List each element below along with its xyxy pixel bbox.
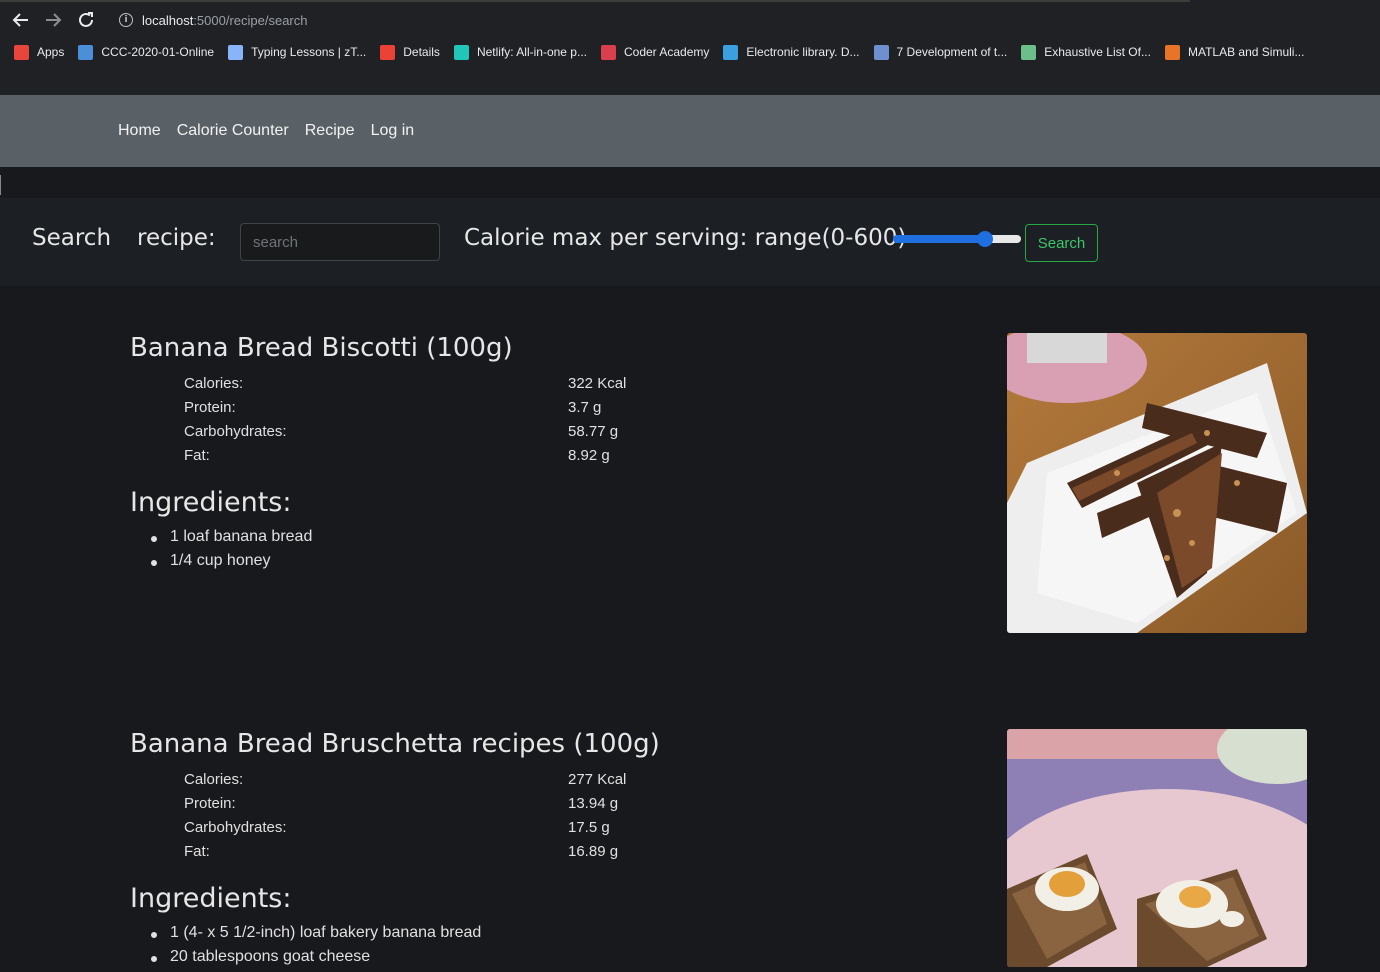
url-text: localhost:5000/recipe/search <box>142 12 308 28</box>
na-icon <box>873 44 889 60</box>
library-icon <box>723 44 739 60</box>
calorie-range-label: Calorie max per serving: range(0-600) <box>464 225 907 251</box>
address-row: i localhost:5000/recipe/search <box>0 4 1380 36</box>
reload-button[interactable] <box>74 8 98 32</box>
coder-academy-icon <box>600 44 616 60</box>
site-info-icon[interactable]: i <box>119 13 133 27</box>
bookmark-label: Exhaustive List Of... <box>1044 45 1151 59</box>
bookmark-item[interactable]: Typing Lessons | zT... <box>228 44 367 60</box>
matlab-icon <box>1164 44 1180 60</box>
bookmark-item[interactable]: 7 Development of t... <box>873 44 1008 60</box>
recipe-image-biscotti <box>1007 333 1307 633</box>
recipe-label: recipe: <box>137 225 216 251</box>
nutrient-name: Fat: <box>184 447 210 464</box>
nav-link-recipe[interactable]: Recipe <box>305 122 355 140</box>
ingredients-heading: Ingredients: <box>130 883 292 914</box>
bookmarks-bar: Apps CCC-2020-01-Online Typing Lessons | z… <box>0 40 1380 64</box>
nutrient-name: Fat: <box>184 843 210 860</box>
nutrition-row: Fat: 16.89 g <box>184 843 684 867</box>
ccc-icon <box>78 44 94 60</box>
bookmark-label: CCC-2020-01-Online <box>101 45 215 59</box>
nutrient-value: 8.92 g <box>568 447 610 464</box>
ingredient-item: 1 loaf banana bread <box>150 528 312 552</box>
bookmark-label: 7 Development of t... <box>896 45 1008 59</box>
nutrient-value: 16.89 g <box>568 843 619 860</box>
nav-link-home[interactable]: Home <box>118 122 161 140</box>
address-bar[interactable]: i localhost:5000/recipe/search <box>108 5 1378 35</box>
bookmark-label: MATLAB and Simuli... <box>1187 45 1305 59</box>
arrow-right-icon <box>46 13 62 27</box>
bookmark-label: Details <box>403 45 440 59</box>
nutrition-row: Carbohydrates: 58.77 g <box>184 423 684 447</box>
text-caret <box>0 175 1 195</box>
nutrition-row: Carbohydrates: 17.5 g <box>184 819 684 843</box>
nutrient-name: Protein: <box>184 795 236 812</box>
recipe-title: Banana Bread Bruschetta recipes (100g) <box>130 729 660 759</box>
nutrition-row: Protein: 13.94 g <box>184 795 684 819</box>
apps-grid-icon <box>14 44 29 60</box>
arrow-left-icon <box>12 13 28 27</box>
forward-button[interactable] <box>41 8 65 32</box>
typing-icon <box>228 44 244 60</box>
ingredient-item: 20 tablespoons goat cheese <box>150 948 481 972</box>
bookmark-item[interactable]: Exhaustive List Of... <box>1021 44 1151 60</box>
nav-link-log-in[interactable]: Log in <box>371 122 415 140</box>
search-label: Search <box>32 225 112 251</box>
nav-link-calorie-counter[interactable]: Calorie Counter <box>177 122 289 140</box>
ingredient-item: 1/4 cup honey <box>150 552 312 576</box>
nutrient-value: 17.5 g <box>568 819 610 836</box>
recipe-title: Banana Bread Biscotti (100g) <box>130 333 513 363</box>
ingredients-list: 1 loaf banana bread 1/4 cup honey <box>150 528 312 576</box>
nutrition-row: Calories: 277 Kcal <box>184 771 684 795</box>
nutrition-row: Fat: 8.92 g <box>184 447 684 471</box>
calorie-slider[interactable] <box>893 231 1021 247</box>
ingredients-heading: Ingredients: <box>130 487 292 518</box>
bookmark-item[interactable]: MATLAB and Simuli... <box>1164 44 1305 60</box>
bookmark-label: Apps <box>37 45 65 59</box>
nutrient-value: 58.77 g <box>568 423 619 440</box>
nutrient-name: Calories: <box>184 771 244 788</box>
recipe-search-form: Search recipe: Calorie max per serving: … <box>0 198 1380 286</box>
bookmark-item[interactable]: Apps <box>14 44 65 60</box>
bookmark-item[interactable]: Details <box>380 44 440 60</box>
ingredients-list: 1 (4- x 5 1/2-inch) loaf bakery banana b… <box>150 924 481 972</box>
bookmark-item[interactable]: Coder Academy <box>600 44 710 60</box>
back-button[interactable] <box>9 8 33 32</box>
nutrition-row: Protein: 3.7 g <box>184 399 684 423</box>
nutrient-value: 322 Kcal <box>568 375 627 392</box>
bookmark-label: Typing Lessons | zT... <box>251 45 367 59</box>
bookmark-item[interactable]: Electronic library. D... <box>723 44 860 60</box>
nutrient-name: Carbohydrates: <box>184 423 287 440</box>
nav-links: Home Calorie Counter Recipe Log in <box>118 122 414 140</box>
netlify-icon <box>453 44 469 60</box>
nutrient-name: Protein: <box>184 399 236 416</box>
nutrient-name: Carbohydrates: <box>184 819 287 836</box>
nutrient-value: 3.7 g <box>568 399 602 416</box>
slider-fill <box>893 235 986 243</box>
tab-strip-edge <box>0 0 1190 2</box>
recipe-image-bruschetta <box>1007 729 1307 967</box>
bookmark-label: Electronic library. D... <box>746 45 860 59</box>
site-navbar: Home Calorie Counter Recipe Log in <box>0 95 1380 167</box>
frog-icon <box>1021 44 1037 60</box>
reload-icon <box>79 12 93 27</box>
nutrient-value: 13.94 g <box>568 795 619 812</box>
slider-thumb[interactable] <box>977 231 994 247</box>
bookmark-item[interactable]: CCC-2020-01-Online <box>78 44 215 60</box>
nutrition-table: Calories: 277 Kcal Protein: 13.94 g Carboh… <box>184 771 684 867</box>
nutrition-table: Calories: 322 Kcal Protein: 3.7 g Carbohyd… <box>184 375 684 471</box>
nutrient-name: Calories: <box>184 375 244 392</box>
google-icon <box>380 44 396 60</box>
bookmark-item[interactable]: Netlify: All-in-one p... <box>453 44 587 60</box>
nutrition-row: Calories: 322 Kcal <box>184 375 684 399</box>
ingredient-item: 1 (4- x 5 1/2-inch) loaf bakery banana b… <box>150 924 481 948</box>
search-input[interactable] <box>240 223 440 261</box>
nutrient-value: 277 Kcal <box>568 771 627 788</box>
search-button[interactable]: Search <box>1025 224 1098 262</box>
bookmark-label: Netlify: All-in-one p... <box>476 45 587 59</box>
bookmark-label: Coder Academy <box>623 45 710 59</box>
browser-chrome: i localhost:5000/recipe/search Apps CCC-2… <box>0 0 1380 95</box>
